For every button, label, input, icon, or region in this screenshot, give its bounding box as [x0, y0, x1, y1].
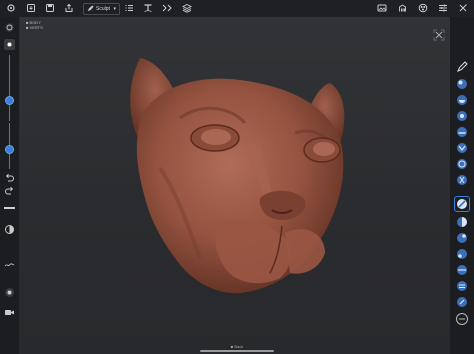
brush-nudge-icon[interactable] — [455, 295, 469, 309]
tool-select-dropdown[interactable]: Sculpt ▾ — [83, 3, 120, 15]
divider — [4, 207, 15, 209]
scene-info: ■ BODY ■ VERTS — [26, 20, 43, 30]
brush-pinch-icon[interactable] — [455, 173, 469, 187]
brush-smooth-icon[interactable] — [454, 196, 470, 212]
brush-flatten-icon[interactable] — [455, 125, 469, 139]
contrast-icon[interactable] — [4, 224, 15, 235]
layers-icon[interactable] — [182, 3, 192, 13]
settings-sliders-icon[interactable] — [438, 3, 448, 13]
brush-mask-icon[interactable] — [455, 215, 469, 229]
left-toolbar — [0, 17, 19, 354]
pen-icon — [87, 5, 94, 16]
material-icon[interactable] — [418, 3, 428, 13]
more-tools-icon[interactable] — [455, 312, 469, 326]
tool-name-label: Sculpt — [96, 6, 110, 12]
footer-label[interactable]: ■ Back — [231, 344, 243, 349]
brush-trim-icon[interactable] — [455, 263, 469, 277]
radius-slider-knob[interactable] — [5, 96, 14, 105]
brush-standard-icon[interactable] — [455, 93, 469, 107]
right-toolbar — [450, 17, 474, 354]
video-icon[interactable] — [4, 307, 15, 318]
undo-icon[interactable] — [4, 172, 15, 183]
radius-slider-track[interactable] — [9, 55, 10, 121]
brush-move-icon[interactable] — [455, 109, 469, 123]
download-icon[interactable] — [26, 3, 36, 13]
sculpt-text-icon[interactable] — [143, 3, 153, 13]
brush-crease-icon[interactable] — [455, 141, 469, 155]
gear-icon[interactable] — [6, 3, 16, 13]
redo-icon[interactable] — [4, 185, 15, 196]
brush-paint-icon[interactable] — [455, 247, 469, 261]
share-icon[interactable] — [64, 3, 74, 13]
brush-layer-icon[interactable] — [455, 279, 469, 293]
top-toolbar: Sculpt ▾ — [0, 0, 474, 17]
brush-pen-icon[interactable] — [455, 60, 469, 74]
symmetry-icon[interactable] — [162, 3, 172, 13]
tools-icon[interactable] — [458, 3, 468, 13]
sculpt-model[interactable] — [120, 48, 350, 298]
save-icon[interactable] — [45, 3, 55, 13]
image-icon[interactable] — [377, 3, 387, 13]
list-icon[interactable] — [124, 3, 134, 13]
brush-drag-icon[interactable] — [455, 231, 469, 245]
scene-icon[interactable] — [398, 3, 408, 13]
brush-settings-icon[interactable] — [4, 22, 15, 33]
brush-inflate-icon[interactable] — [455, 157, 469, 171]
intensity-slider-knob[interactable] — [5, 145, 14, 154]
info-line-2: ■ VERTS — [26, 25, 43, 30]
stroke-icon[interactable] — [4, 39, 15, 50]
home-indicator — [200, 350, 274, 352]
chevron-down-icon: ▾ — [113, 6, 116, 12]
close-icon[interactable] — [433, 28, 445, 41]
curve-icon[interactable] — [4, 260, 15, 271]
sphere-icon[interactable] — [4, 287, 15, 298]
brush-clay-icon[interactable] — [455, 77, 469, 91]
